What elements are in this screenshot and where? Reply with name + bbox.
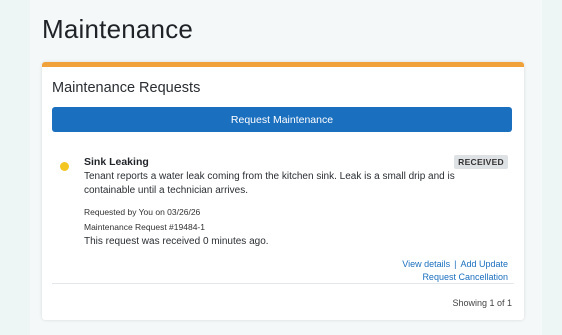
request-actions-row: View details | Add Update — [402, 258, 508, 271]
action-separator: | — [454, 259, 457, 269]
card-accent-bar — [42, 62, 524, 67]
request-actions: View details | Add Update Request Cancella… — [402, 258, 508, 284]
showing-count: Showing 1 of 1 — [452, 298, 512, 308]
status-dot-icon — [60, 162, 69, 171]
request-description: Tenant reports a water leak coming from … — [84, 171, 455, 196]
request-number: Maintenance Request #19484-1 — [84, 222, 205, 232]
view-details-link[interactable]: View details — [402, 259, 450, 269]
card-title: Maintenance Requests — [52, 80, 201, 96]
request-requested-by: Requested by You on 03/26/26 — [84, 207, 201, 217]
request-list-item: Sink Leaking RECEIVED Tenant reports a w… — [42, 144, 524, 286]
status-badge: RECEIVED — [454, 155, 508, 169]
page-title: Maintenance — [42, 14, 194, 44]
maintenance-requests-card: Maintenance Requests Request Maintenance… — [42, 62, 524, 320]
maintenance-page: Maintenance Maintenance Requests Request… — [30, 0, 542, 335]
add-update-link[interactable]: Add Update — [460, 259, 508, 269]
request-maintenance-button[interactable]: Request Maintenance — [52, 107, 512, 132]
request-cancellation-link[interactable]: Request Cancellation — [422, 272, 508, 282]
list-divider — [52, 283, 514, 284]
request-title: Sink Leaking — [84, 156, 149, 168]
request-received-text: This request was received 0 minutes ago. — [84, 236, 269, 247]
